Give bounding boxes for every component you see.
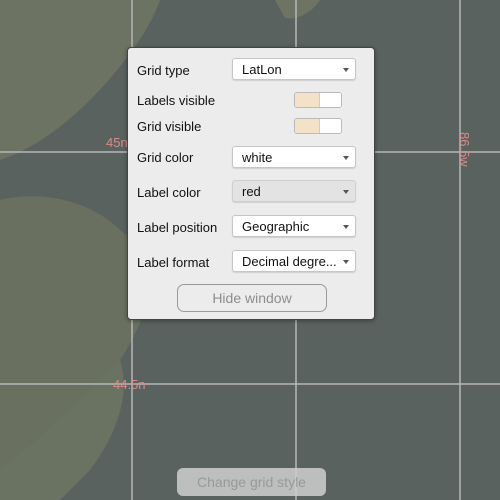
grid-type-value: LatLon [242, 62, 282, 77]
grid-label-lat-upper: 45n [106, 135, 128, 150]
labels-visible-toggle[interactable] [294, 92, 342, 108]
grid-type-label: Grid type [137, 63, 190, 78]
toggle-knob [319, 93, 341, 107]
grid-type-select[interactable]: LatLon [232, 58, 356, 80]
label-color-select[interactable]: red [232, 180, 356, 202]
label-position-select[interactable]: Geographic [232, 215, 356, 237]
grid-label-lat-lower: 44.5n [113, 377, 146, 392]
label-color-value: red [242, 184, 261, 199]
chevron-down-icon [343, 225, 349, 229]
label-position-label: Label position [137, 220, 218, 235]
grid-color-value: white [242, 150, 273, 165]
grid-visible-label: Grid visible [137, 119, 202, 134]
change-grid-style-button[interactable]: Change grid style [177, 468, 326, 496]
chevron-down-icon [343, 260, 349, 264]
label-format-label: Label format [137, 255, 210, 270]
grid-color-select[interactable]: white [232, 146, 356, 168]
label-color-label: Label color [137, 185, 201, 200]
toggle-knob [319, 119, 341, 133]
labels-visible-label: Labels visible [137, 93, 216, 108]
hide-window-button[interactable]: Hide window [177, 284, 327, 312]
grid-color-label: Grid color [137, 150, 194, 165]
toggle-on-fill [295, 93, 319, 107]
label-format-select[interactable]: Decimal degre... [232, 250, 356, 272]
toggle-on-fill [295, 119, 319, 133]
grid-settings-panel: Grid type LatLon Labels visible Grid vis… [127, 47, 375, 320]
grid-label-lon-right: 86.5w [457, 132, 472, 167]
chevron-down-icon [343, 156, 349, 160]
chevron-down-icon [343, 68, 349, 72]
grid-visible-toggle[interactable] [294, 118, 342, 134]
label-format-value: Decimal degre... [242, 254, 337, 269]
chevron-down-icon [343, 190, 349, 194]
label-position-value: Geographic [242, 219, 310, 234]
